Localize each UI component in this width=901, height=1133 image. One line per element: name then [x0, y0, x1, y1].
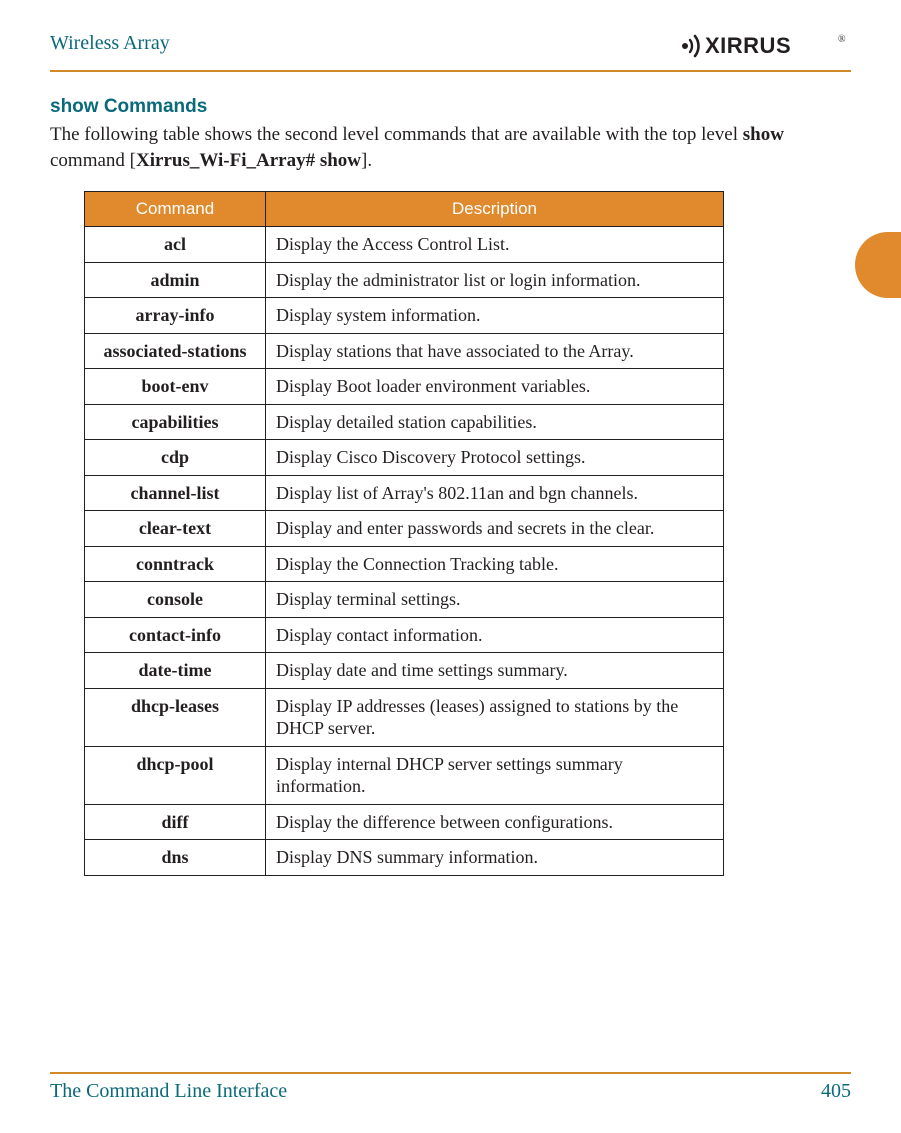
command-description: Display the difference between configura… — [266, 804, 724, 840]
command-description: Display the Connection Tracking table. — [266, 546, 724, 582]
table-row: array-infoDisplay system information. — [85, 298, 724, 334]
table-row: diffDisplay the difference between confi… — [85, 804, 724, 840]
table-header-description: Description — [266, 192, 724, 227]
command-name: dhcp-leases — [85, 688, 266, 746]
table-row: dnsDisplay DNS summary information. — [85, 840, 724, 876]
page-header: Wireless Array XIRRUS ® — [50, 28, 851, 72]
side-tab-icon — [855, 232, 901, 298]
command-name: dns — [85, 840, 266, 876]
command-name: array-info — [85, 298, 266, 334]
command-name: dhcp-pool — [85, 746, 266, 804]
table-row: channel-listDisplay list of Array's 802.… — [85, 475, 724, 511]
command-description: Display stations that have associated to… — [266, 333, 724, 369]
intro-paragraph: The following table shows the second lev… — [50, 122, 851, 173]
intro-text: ]. — [361, 150, 372, 171]
command-description: Display contact information. — [266, 617, 724, 653]
table-row: boot-envDisplay Boot loader environment … — [85, 369, 724, 405]
command-description: Display internal DHCP server settings su… — [266, 746, 724, 804]
table-row: conntrackDisplay the Connection Tracking… — [85, 546, 724, 582]
command-name: date-time — [85, 653, 266, 689]
table-row: contact-infoDisplay contact information. — [85, 617, 724, 653]
xirrus-logo: XIRRUS ® — [679, 28, 851, 60]
command-description: Display Boot loader environment variable… — [266, 369, 724, 405]
table-row: aclDisplay the Access Control List. — [85, 227, 724, 263]
table-row: capabilitiesDisplay detailed station cap… — [85, 404, 724, 440]
section-heading: show Commands — [50, 96, 851, 118]
xirrus-logo-icon: XIRRUS ® — [679, 32, 851, 60]
header-title: Wireless Array — [50, 28, 170, 55]
command-description: Display date and time settings summary. — [266, 653, 724, 689]
command-description: Display list of Array's 802.11an and bgn… — [266, 475, 724, 511]
footer-section-title: The Command Line Interface — [50, 1080, 287, 1103]
commands-table: Command Description aclDisplay the Acces… — [84, 191, 724, 876]
table-row: clear-textDisplay and enter passwords an… — [85, 511, 724, 547]
command-name: diff — [85, 804, 266, 840]
command-name: associated-stations — [85, 333, 266, 369]
command-description: Display the administrator list or login … — [266, 262, 724, 298]
table-row: associated-stationsDisplay stations that… — [85, 333, 724, 369]
command-name: channel-list — [85, 475, 266, 511]
command-name: conntrack — [85, 546, 266, 582]
command-description: Display terminal settings. — [266, 582, 724, 618]
command-name: acl — [85, 227, 266, 263]
table-row: dhcp-poolDisplay internal DHCP server se… — [85, 746, 724, 804]
page-footer: The Command Line Interface 405 — [50, 1072, 851, 1103]
table-row: consoleDisplay terminal settings. — [85, 582, 724, 618]
intro-bold-prompt: Xirrus_Wi-Fi_Array# show — [136, 150, 361, 171]
table-row: dhcp-leasesDisplay IP addresses (leases)… — [85, 688, 724, 746]
svg-text:®: ® — [838, 34, 846, 45]
command-name: admin — [85, 262, 266, 298]
footer-page-number: 405 — [821, 1080, 851, 1103]
command-name: cdp — [85, 440, 266, 476]
table-row: cdpDisplay Cisco Discovery Protocol sett… — [85, 440, 724, 476]
page: Wireless Array XIRRUS ® show Commands Th… — [0, 0, 901, 1133]
intro-text: command [ — [50, 150, 136, 171]
table-row: adminDisplay the administrator list or l… — [85, 262, 724, 298]
intro-text: The following table shows the second lev… — [50, 124, 743, 145]
command-name: clear-text — [85, 511, 266, 547]
table-header-row: Command Description — [85, 192, 724, 227]
command-description: Display the Access Control List. — [266, 227, 724, 263]
command-name: capabilities — [85, 404, 266, 440]
command-name: console — [85, 582, 266, 618]
command-description: Display Cisco Discovery Protocol setting… — [266, 440, 724, 476]
intro-bold-show: show — [743, 124, 784, 145]
svg-text:XIRRUS: XIRRUS — [705, 33, 791, 58]
command-description: Display DNS summary information. — [266, 840, 724, 876]
command-description: Display system information. — [266, 298, 724, 334]
command-description: Display and enter passwords and secrets … — [266, 511, 724, 547]
command-description: Display IP addresses (leases) assigned t… — [266, 688, 724, 746]
table-row: date-timeDisplay date and time settings … — [85, 653, 724, 689]
command-name: contact-info — [85, 617, 266, 653]
command-name: boot-env — [85, 369, 266, 405]
command-description: Display detailed station capabilities. — [266, 404, 724, 440]
table-header-command: Command — [85, 192, 266, 227]
